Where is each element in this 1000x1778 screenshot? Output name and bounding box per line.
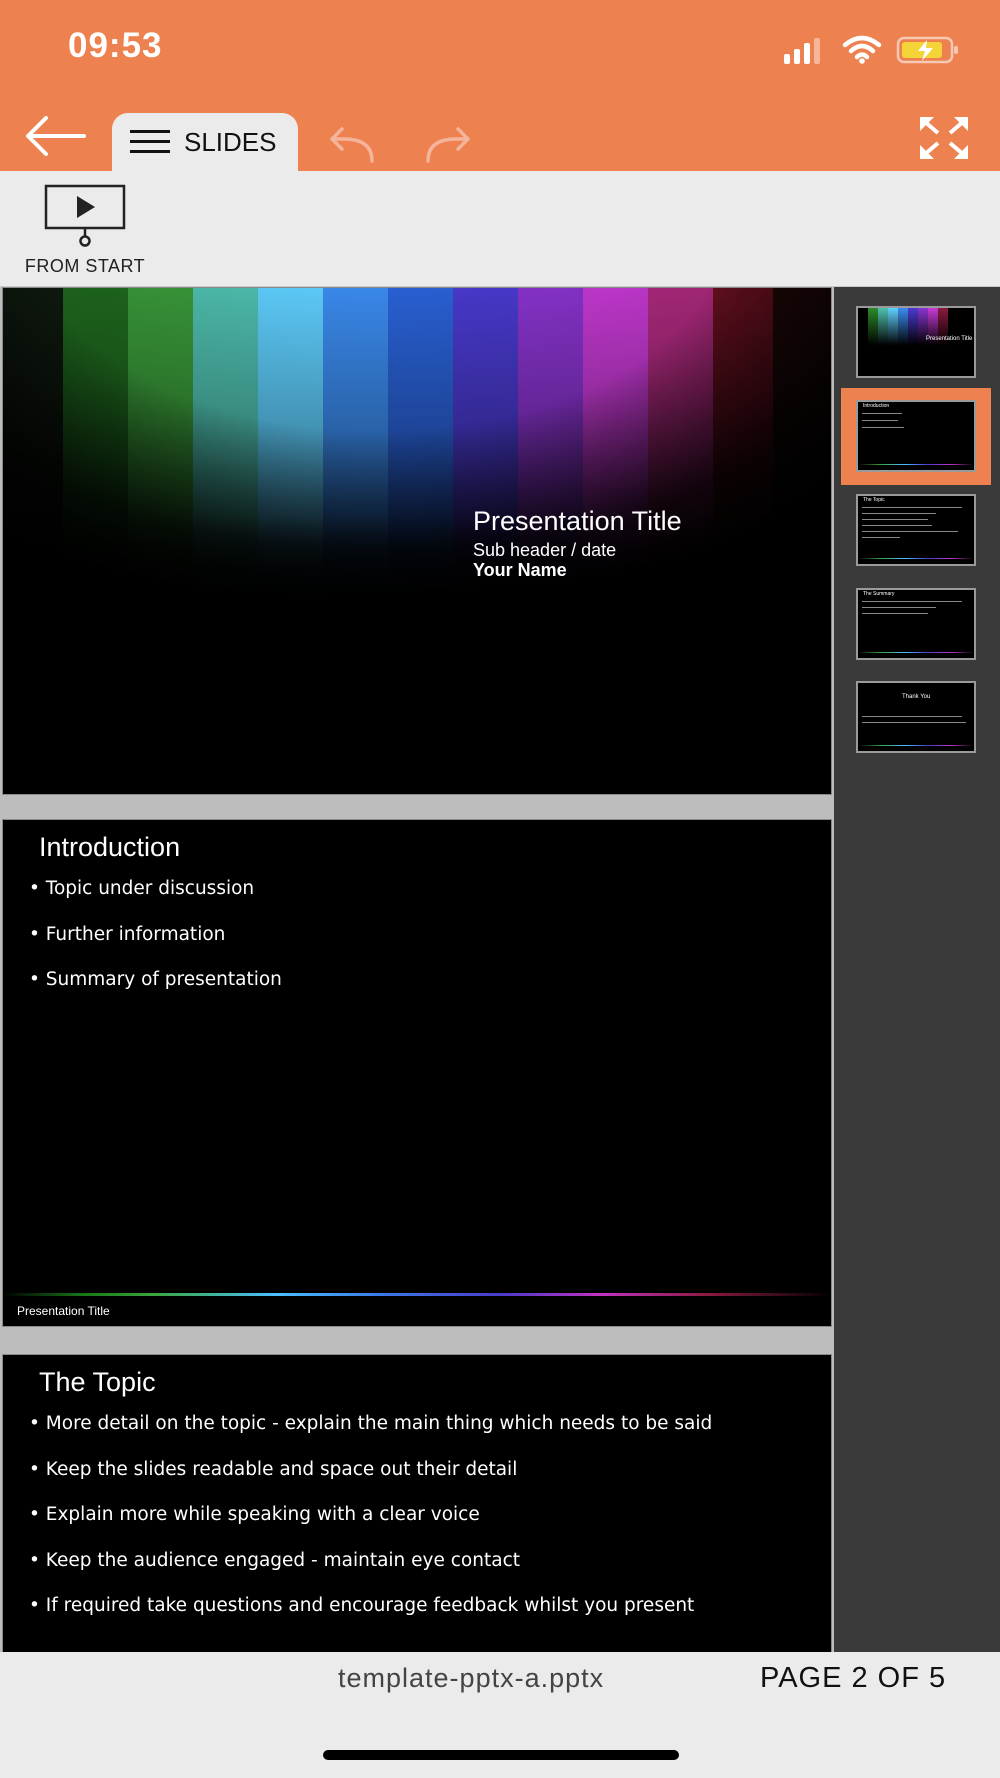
bullet-item: • Explain more while speaking with a cle… — [29, 1504, 480, 1525]
bullet-item: • Keep the audience engaged - maintain e… — [29, 1549, 520, 1571]
fullscreen-button[interactable] — [916, 113, 972, 163]
from-start-label: FROM START — [24, 256, 146, 276]
thumb-text-line — [862, 613, 928, 614]
slide-2[interactable]: Introduction • Topic under discussion • … — [2, 819, 832, 1327]
thumb-rainbow-line — [858, 558, 974, 559]
slide-2-rainbow-line — [3, 1293, 831, 1296]
thumb-text-line — [862, 525, 932, 526]
slide-2-title: Introduction — [39, 832, 181, 862]
thumbnail-1-label: Presentation Title — [926, 336, 973, 342]
thumbnail-slide-2[interactable]: Introduction — [856, 400, 976, 472]
projector-play-icon — [44, 184, 126, 247]
thumbnail-3-label: The Topic — [863, 497, 885, 503]
wifi-icon — [842, 34, 882, 64]
slide-2-bullets: • Topic under discussion • Further infor… — [29, 878, 282, 1015]
slide-1-title: Presentation Title — [473, 506, 682, 536]
bullet-item: • Summary of presentation — [29, 969, 282, 990]
slide-2-footer: Presentation Title — [17, 1304, 110, 1318]
bullet-item: • Topic under discussion — [29, 878, 255, 899]
thumbnail-5-label: Thank You — [902, 694, 931, 700]
slide-3-bullets: • More detail on the topic - explain the… — [29, 1413, 712, 1641]
thumb-text-line — [862, 519, 928, 520]
bullet-item: • Keep the slides readable and space out… — [29, 1458, 518, 1480]
tab-slides-label: SLIDES — [184, 126, 277, 157]
tab-slides[interactable]: SLIDES — [112, 113, 298, 171]
bullet-item: • More detail on the topic - explain the… — [29, 1413, 713, 1434]
thumb-text-line — [862, 722, 966, 723]
page-indicator: PAGE 2 OF 5 — [760, 1662, 947, 1694]
home-indicator[interactable] — [323, 1750, 679, 1760]
thumb-text-line — [862, 531, 958, 532]
thumbnail-slide-1[interactable]: Presentation Title — [856, 306, 976, 378]
thumbnail-2-label: Introduction — [863, 403, 890, 409]
slide-list[interactable]: Presentation Title Sub header / date You… — [0, 287, 834, 1652]
slide-3-title: The Topic — [39, 1367, 156, 1397]
thumbnail-slide-4[interactable]: The Summary — [856, 588, 976, 660]
thumb-text-line — [862, 507, 962, 508]
thumbnail-slide-5[interactable]: Thank You — [856, 681, 976, 753]
thumbnail-panel[interactable] — [834, 287, 1000, 1652]
back-button[interactable] — [22, 110, 88, 162]
back-arrow-icon — [26, 116, 86, 156]
bullet-item: • Further information — [29, 923, 226, 945]
fullscreen-icon — [920, 117, 968, 159]
thumb-text-line — [862, 420, 898, 421]
status-time: 09:53 — [68, 26, 163, 65]
from-start-button[interactable]: FROM START — [10, 184, 160, 279]
thumb-text-line — [862, 427, 904, 428]
battery-charging-icon — [896, 35, 962, 65]
rainbow-background — [3, 288, 831, 794]
thumb-text-line — [862, 537, 900, 538]
menu-icon — [130, 130, 170, 153]
thumbnail-slide-3[interactable]: The Topic — [856, 494, 976, 566]
thumb-text-line — [862, 413, 902, 414]
redo-icon — [426, 127, 470, 163]
thumb-rainbow-line — [858, 745, 974, 746]
thumb-text-line — [862, 716, 962, 717]
thumb-text-line — [862, 513, 936, 514]
thumb-text-line — [862, 601, 962, 602]
slide-1-subtitle: Sub header / date — [473, 540, 617, 560]
slide-1-author: Your Name — [473, 560, 567, 580]
thumb-text-line — [862, 607, 936, 608]
thumbnail-4-label: The Summary — [863, 591, 895, 597]
bullet-item: • If required take questions and encoura… — [29, 1595, 695, 1616]
slide-1[interactable]: Presentation Title Sub header / date You… — [2, 287, 832, 795]
redo-button[interactable] — [422, 125, 476, 165]
undo-icon — [330, 127, 374, 163]
file-name: template-pptx-a.pptx — [338, 1663, 605, 1693]
undo-button[interactable] — [324, 125, 378, 165]
thumb-rainbow-line — [858, 652, 974, 653]
thumbnail-rainbow — [858, 308, 974, 376]
slide-3[interactable]: The Topic • More detail on the topic - e… — [2, 1354, 832, 1652]
thumb-rainbow-line — [858, 464, 974, 465]
